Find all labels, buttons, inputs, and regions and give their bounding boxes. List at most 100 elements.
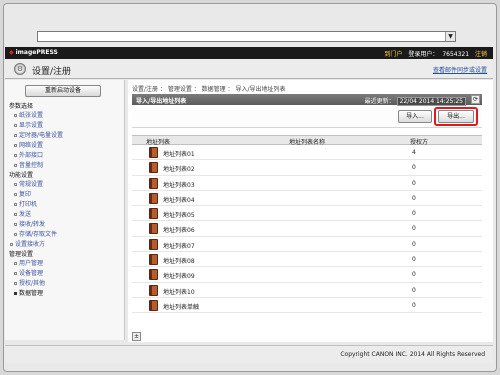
sidebar-item-external[interactable]: 外部接口 bbox=[5, 151, 125, 161]
bullet-icon bbox=[14, 213, 17, 216]
table-row[interactable]: 地址列表单触 0 bbox=[132, 298, 482, 314]
bullet-icon bbox=[14, 282, 17, 285]
sidebar-section-management: 管理设置 bbox=[9, 251, 34, 258]
export-button[interactable]: 导出... bbox=[438, 110, 474, 123]
table-row[interactable]: 地址列表04 0 bbox=[132, 191, 482, 207]
address-book-icon bbox=[149, 192, 158, 204]
sidebar-item-network[interactable]: 网络设置 bbox=[5, 141, 125, 151]
bullet-icon bbox=[14, 272, 17, 275]
sidebar-item-label: 显示设置 bbox=[19, 122, 44, 129]
top-bar: ◆ imagePRESS 到门户 登录用户： 7654321 注销 bbox=[5, 47, 493, 59]
sidebar-item-label: 纸张设置 bbox=[19, 112, 44, 119]
auth-count: 0 bbox=[412, 271, 416, 279]
table-row[interactable]: 地址列表03 0 bbox=[132, 176, 482, 191]
address-book-icon bbox=[149, 162, 158, 174]
panel-header: 导入/导出地址列表 最近更新： 22/04 2014 14:25:25 ⟳ bbox=[132, 94, 482, 106]
sidebar-item-label: 设置接收方 bbox=[15, 241, 46, 248]
table-row[interactable]: 地址列表09 0 bbox=[132, 267, 482, 283]
sidebar-item-label: 接收/转发 bbox=[19, 221, 46, 228]
bullet-icon bbox=[14, 114, 17, 117]
list-name[interactable]: 地址列表单触 bbox=[163, 302, 199, 311]
last-update-label: 最近更新： bbox=[364, 98, 395, 105]
sidebar-item-destination[interactable]: 设置接收方 bbox=[5, 240, 125, 250]
table-row[interactable]: 地址列表05 0 bbox=[132, 206, 482, 222]
list-name[interactable]: 地址列表04 bbox=[163, 195, 195, 204]
auth-count: 0 bbox=[412, 179, 416, 187]
sidebar-item-volume[interactable]: 音量控制 bbox=[5, 161, 125, 171]
sidebar-item-users[interactable]: 用户管理 bbox=[5, 259, 125, 269]
sidebar-item-timer[interactable]: 定时器/电量设置 bbox=[5, 131, 125, 141]
bullet-icon bbox=[14, 144, 17, 147]
list-name[interactable]: 地址列表07 bbox=[163, 241, 195, 250]
panel-title: 导入/导出地址列表 bbox=[136, 98, 187, 105]
refresh-icon[interactable]: ⟳ bbox=[471, 95, 480, 104]
sidebar-item-paper[interactable]: 纸张设置 bbox=[5, 111, 125, 121]
bullet-icon bbox=[14, 154, 17, 157]
list-name[interactable]: 地址列表02 bbox=[163, 164, 195, 173]
auth-count: 0 bbox=[412, 164, 416, 172]
bullet-icon bbox=[14, 223, 17, 226]
list-name[interactable]: 地址列表03 bbox=[163, 180, 195, 189]
table-row[interactable]: 地址列表08 0 bbox=[132, 252, 482, 268]
auth-count: 0 bbox=[412, 210, 416, 218]
auth-count: 0 bbox=[412, 194, 416, 202]
list-name[interactable]: 地址列表08 bbox=[163, 256, 195, 265]
bullet-icon bbox=[14, 262, 17, 265]
table-row[interactable]: 地址列表06 0 bbox=[132, 221, 482, 237]
last-update-value: 22/04 2014 14:25:25 bbox=[396, 97, 466, 106]
import-button[interactable]: 导入... bbox=[398, 110, 432, 123]
bullet-icon bbox=[14, 193, 17, 196]
sidebar-item-data-management[interactable]: 数据管理 bbox=[5, 289, 125, 299]
restart-device-button[interactable]: 重新启动设备 bbox=[25, 85, 101, 97]
bullet-icon bbox=[14, 292, 17, 295]
list-name[interactable]: 地址列表01 bbox=[163, 149, 195, 158]
sidebar-item-label: 授权/其他 bbox=[19, 280, 46, 287]
sidebar-item-copy[interactable]: 复印 bbox=[5, 190, 125, 200]
last-update: 最近更新： 22/04 2014 14:25:25 bbox=[364, 96, 466, 106]
auth-count: 0 bbox=[412, 225, 416, 233]
table-row[interactable]: 地址列表07 0 bbox=[132, 237, 482, 253]
list-name[interactable]: 地址列表10 bbox=[163, 287, 195, 296]
sidebar-item-receive[interactable]: 接收/转发 bbox=[5, 220, 125, 230]
list-name[interactable]: 地址列表05 bbox=[163, 210, 195, 219]
table-row[interactable]: 地址列表01 4 bbox=[132, 145, 482, 161]
address-book-icon bbox=[149, 269, 158, 281]
chevron-down-icon[interactable]: ▼ bbox=[445, 32, 455, 41]
address-list-table: 地址列表 地址列表名称 授权方 地址列表01 4 地址列表02 0 地址列表03 0 … bbox=[132, 135, 482, 314]
table-row[interactable]: 地址列表10 0 bbox=[132, 283, 482, 298]
table-row[interactable]: 地址列表02 0 bbox=[132, 160, 482, 176]
sidebar-item-store[interactable]: 存储/存取文件 bbox=[5, 230, 125, 240]
sidebar-item-license[interactable]: 授权/其他 bbox=[5, 279, 125, 289]
address-book-icon bbox=[149, 299, 158, 311]
logout-link[interactable]: 注销 bbox=[475, 51, 487, 58]
sidebar-item-printer[interactable]: 打印机 bbox=[5, 200, 125, 210]
address-book-icon bbox=[149, 147, 158, 158]
bullet-icon bbox=[14, 183, 17, 186]
bullet-icon bbox=[14, 203, 17, 206]
sidebar-item-label: 用户管理 bbox=[19, 260, 44, 267]
page-toggle-icon[interactable]: ± bbox=[132, 332, 141, 341]
sidebar-item-device[interactable]: 设备管理 bbox=[5, 269, 125, 279]
sidebar-item-label: 定时器/电量设置 bbox=[19, 132, 64, 139]
auth-count: 0 bbox=[412, 256, 416, 264]
list-name[interactable]: 地址列表06 bbox=[163, 225, 195, 234]
sidebar-section-preferences: 参数选择 bbox=[9, 103, 34, 110]
sidebar-item-send[interactable]: 发送 bbox=[5, 210, 125, 220]
sidebar: 重新启动设备 参数选择 纸张设置 显示设置 定时器/电量设置 网络设置 外部接口… bbox=[5, 80, 125, 340]
address-bar[interactable]: ▼ bbox=[37, 31, 456, 42]
sidebar-item-general[interactable]: 常规设置 bbox=[5, 180, 125, 190]
bullet-icon bbox=[10, 243, 13, 246]
bullet-icon bbox=[14, 124, 17, 127]
list-name[interactable]: 地址列表09 bbox=[163, 271, 195, 280]
address-book-icon bbox=[149, 254, 158, 266]
portal-link[interactable]: 到门户 bbox=[384, 51, 402, 58]
sidebar-item-display[interactable]: 显示设置 bbox=[5, 121, 125, 131]
user-id: 7654321 bbox=[442, 51, 470, 58]
footer: Copyright CANON INC. 2014 All Rights Res… bbox=[5, 345, 493, 363]
address-book-icon bbox=[149, 284, 158, 296]
bullet-icon bbox=[14, 134, 17, 137]
sidebar-section-functions: 功能设置 bbox=[9, 172, 34, 179]
sidebar-item-label: 数据管理 bbox=[19, 290, 44, 297]
mail-sync-link[interactable]: 查看邮件同步或设置 bbox=[433, 65, 487, 74]
sidebar-item-label: 音量控制 bbox=[19, 162, 44, 169]
